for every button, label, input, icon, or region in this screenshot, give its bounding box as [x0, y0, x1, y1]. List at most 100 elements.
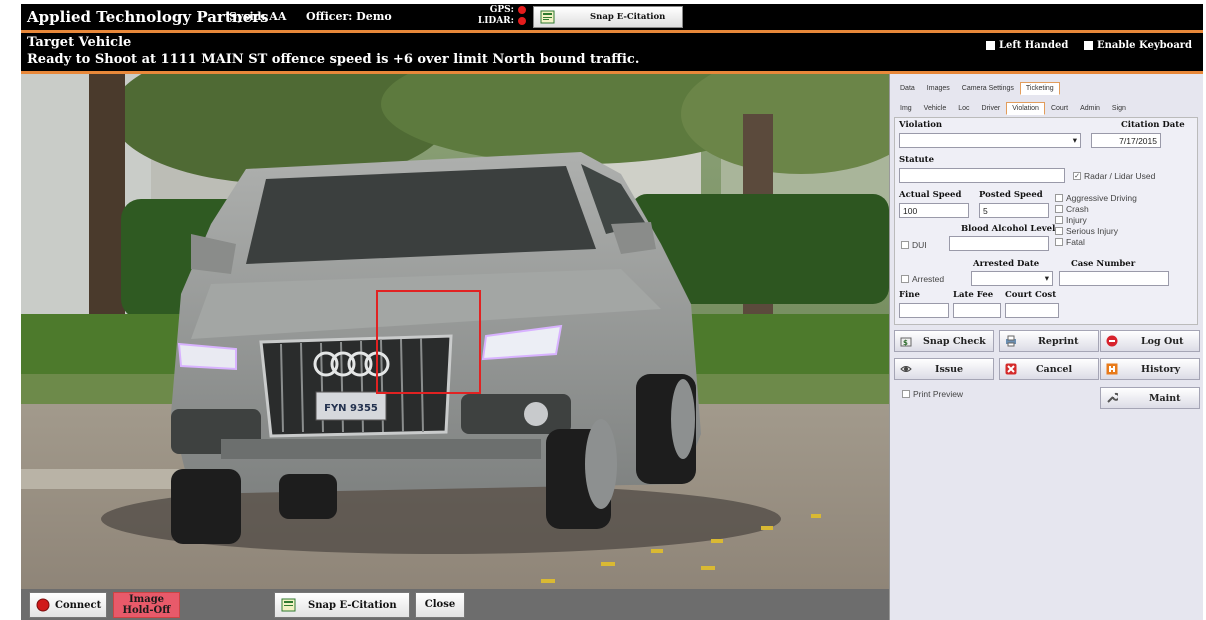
ticketing-panel: Data Images Camera Settings Ticketing Im…: [889, 74, 1203, 620]
maint-button[interactable]: Maint: [1100, 387, 1200, 409]
posted-speed-field[interactable]: 5: [979, 203, 1049, 218]
tab-driver[interactable]: Driver: [976, 102, 1007, 115]
posted-speed-label: Posted Speed: [979, 190, 1043, 200]
target-vehicle-title: Target Vehicle: [27, 35, 132, 50]
enable-keyboard-check-icon: [1084, 41, 1093, 50]
case-number-field[interactable]: [1059, 271, 1169, 286]
radar-lidar-checkbox[interactable]: ✓ Radar / Lidar Used: [1073, 171, 1155, 181]
bottom-toolbar: Connect Image Hold-Off Snap E-Citation C…: [21, 589, 889, 620]
injury-checkbox[interactable]: Injury: [1055, 215, 1087, 225]
enable-keyboard-label: Enable Keyboard: [1097, 40, 1193, 51]
radar-lidar-label: Radar / Lidar Used: [1084, 171, 1156, 181]
title-bar: Applied Technology Partners Sysid: AA Of…: [21, 4, 1203, 30]
court-cost-label: Court Cost: [1005, 290, 1057, 300]
camera-image[interactable]: FYN 9355: [21, 74, 889, 589]
checkbox-icon: [1055, 205, 1063, 213]
lidar-status-light-icon: [518, 17, 526, 25]
crash-checkbox[interactable]: Crash: [1055, 204, 1089, 214]
log-out-label: Log Out: [1141, 336, 1184, 347]
aggressive-driving-checkbox[interactable]: Aggressive Driving: [1055, 193, 1137, 203]
thumbs-icon: [900, 366, 912, 372]
tab-court[interactable]: Court: [1045, 102, 1074, 115]
tab-vehicle[interactable]: Vehicle: [918, 102, 953, 115]
cancel-x-icon: [1005, 363, 1017, 375]
snap-e-citation-bottom-button[interactable]: Snap E-Citation: [274, 592, 410, 618]
cancel-label: Cancel: [1036, 364, 1073, 375]
svg-text:$: $: [903, 339, 908, 347]
image-hold-line2: Hold-Off: [122, 605, 171, 616]
left-handed-checkbox[interactable]: Left Handed: [986, 40, 1068, 51]
tab-ticketing[interactable]: Ticketing: [1019, 82, 1060, 95]
arrested-checkbox[interactable]: Arrested: [901, 274, 944, 284]
tab-violation[interactable]: Violation: [1006, 102, 1045, 115]
crash-label: Crash: [1066, 204, 1089, 214]
chevron-down-icon: ▾: [1044, 273, 1049, 283]
tab-sign[interactable]: Sign: [1106, 102, 1132, 115]
printer-icon: [1006, 335, 1016, 347]
close-button[interactable]: Close: [415, 592, 465, 618]
checkbox-icon: [902, 390, 910, 398]
arrested-label: Arrested: [912, 274, 945, 284]
checkbox-icon: [1055, 227, 1063, 235]
late-fee-field[interactable]: [953, 303, 1001, 318]
court-cost-field[interactable]: [1005, 303, 1059, 318]
citation-date-field[interactable]: 7/17/2015: [1091, 133, 1161, 148]
connect-button[interactable]: Connect: [29, 592, 107, 618]
gps-lidar-labels: GPS: LIDAR:: [468, 5, 514, 27]
tab-camera-settings[interactable]: Camera Settings: [956, 82, 1020, 95]
snap-check-label: Snap Check: [923, 336, 986, 347]
gps-label: GPS:: [489, 5, 514, 15]
issue-button[interactable]: Issue: [894, 358, 994, 380]
tab-data[interactable]: Data: [894, 82, 921, 95]
connect-label: Connect: [55, 600, 102, 611]
tab-images[interactable]: Images: [921, 82, 956, 95]
image-hold-off-button[interactable]: Image Hold-Off: [113, 592, 180, 618]
cancel-button[interactable]: Cancel: [999, 358, 1099, 380]
history-icon: [1106, 363, 1118, 375]
history-button[interactable]: History: [1100, 358, 1200, 380]
log-out-button[interactable]: Log Out: [1100, 330, 1200, 352]
enable-keyboard-checkbox[interactable]: Enable Keyboard: [1084, 40, 1192, 51]
arrested-date-select[interactable]: ▾: [971, 271, 1053, 286]
checkbox-icon: [901, 241, 909, 249]
history-label: History: [1141, 364, 1181, 375]
actual-speed-field[interactable]: 100: [899, 203, 969, 218]
snap-e-citation-top-button[interactable]: Snap E-Citation: [533, 6, 683, 28]
statute-field[interactable]: [899, 168, 1065, 183]
tab-admin[interactable]: Admin: [1074, 102, 1106, 115]
license-plate-text: FYN 9355: [324, 403, 378, 414]
serious-injury-checkbox[interactable]: Serious Injury: [1055, 226, 1118, 236]
citation-date-value: 7/17/2015: [1119, 136, 1157, 146]
violation-select[interactable]: ▾: [899, 133, 1081, 148]
checkbox-icon: [901, 275, 909, 283]
citation-book-icon: [540, 10, 555, 24]
print-preview-checkbox[interactable]: Print Preview: [902, 389, 963, 399]
issue-label: Issue: [935, 364, 964, 375]
reprint-button[interactable]: Reprint: [999, 330, 1099, 352]
lidar-label: LIDAR:: [477, 16, 514, 26]
status-lights: [518, 6, 526, 28]
actual-speed-value: 100: [903, 206, 918, 216]
tab-loc[interactable]: Loc: [952, 102, 975, 115]
fatal-checkbox[interactable]: Fatal: [1055, 237, 1085, 247]
maint-label: Maint: [1149, 393, 1181, 404]
connect-status-icon: [36, 598, 50, 612]
dui-checkbox[interactable]: DUI: [901, 240, 927, 250]
violation-form: Violation Citation Date ▾ 7/17/2015 Stat…: [894, 117, 1198, 325]
fine-field[interactable]: [899, 303, 949, 318]
print-preview-label: Print Preview: [913, 389, 964, 399]
image-hold-line1: Image: [128, 594, 165, 605]
blood-alcohol-field[interactable]: [949, 236, 1049, 251]
injury-label: Injury: [1066, 215, 1087, 225]
chevron-down-icon: ▾: [1072, 135, 1077, 145]
actual-speed-label: Actual Speed: [899, 190, 962, 200]
citation-book-icon: [281, 598, 296, 612]
left-handed-label: Left Handed: [999, 40, 1069, 51]
fatal-label: Fatal: [1066, 237, 1085, 247]
checkbox-icon: [1055, 194, 1063, 202]
snap-check-button[interactable]: $ Snap Check: [894, 330, 994, 352]
tab-img[interactable]: Img: [894, 102, 918, 115]
top-tabs: Data Images Camera Settings Ticketing: [894, 82, 1060, 95]
close-label: Close: [424, 599, 456, 610]
dui-label: DUI: [912, 240, 927, 250]
